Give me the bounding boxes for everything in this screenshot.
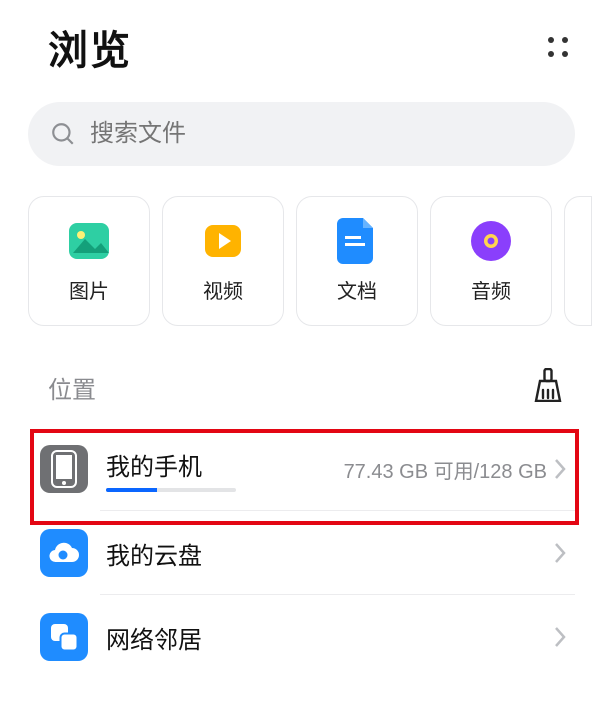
network-icon <box>40 613 88 661</box>
page-title: 浏览 <box>48 18 132 76</box>
docs-icon <box>335 219 379 263</box>
category-audio[interactable]: 音频 <box>430 196 552 326</box>
category-label: 音频 <box>471 275 511 304</box>
chevron-right-icon <box>553 625 567 649</box>
category-label: 文档 <box>337 275 377 304</box>
cloud-icon <box>40 529 88 577</box>
location-my-phone[interactable]: 我的手机 77.43 GB 可用/128 GB <box>28 427 575 511</box>
images-icon <box>67 219 111 263</box>
category-more-peek[interactable] <box>564 196 592 326</box>
location-network[interactable]: 网络邻居 <box>28 595 575 679</box>
search-input[interactable] <box>90 120 553 148</box>
storage-detail: 77.43 GB 可用/128 GB <box>344 455 547 484</box>
videos-icon <box>201 219 245 263</box>
category-label: 视频 <box>203 275 243 304</box>
item-label: 网络邻居 <box>106 620 535 655</box>
more-menu-icon[interactable] <box>545 34 571 60</box>
search-bar[interactable] <box>28 102 575 166</box>
category-docs[interactable]: 文档 <box>296 196 418 326</box>
chevron-right-icon <box>553 457 567 481</box>
category-images[interactable]: 图片 <box>28 196 150 326</box>
location-my-cloud[interactable]: 我的云盘 <box>28 511 575 595</box>
phone-icon <box>40 445 88 493</box>
category-row: 图片 视频 文档 <box>28 196 603 326</box>
item-label: 我的手机 <box>106 447 326 482</box>
category-videos[interactable]: 视频 <box>162 196 284 326</box>
audio-icon <box>469 219 513 263</box>
search-icon <box>50 121 76 147</box>
clean-icon[interactable] <box>533 368 563 407</box>
chevron-right-icon <box>553 541 567 565</box>
section-title-locations: 位置 <box>48 370 96 405</box>
category-label: 图片 <box>69 275 109 304</box>
storage-progress <box>106 488 236 492</box>
item-label: 我的云盘 <box>106 536 535 571</box>
